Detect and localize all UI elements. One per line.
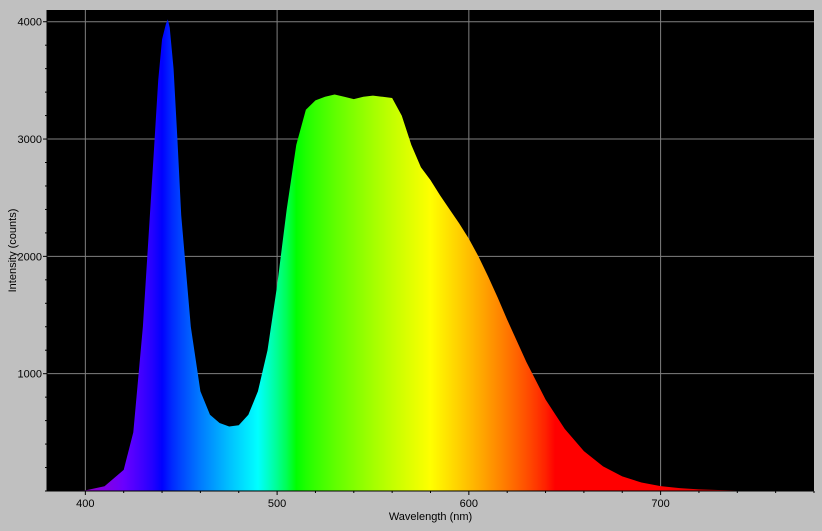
y-tick-label: 3000 [18, 134, 42, 146]
x-tick-label: 400 [76, 498, 94, 510]
spectrum-chart: 400 500 600 700 1000 2000 3000 4000 Wavelength … [0, 0, 822, 526]
x-tick-label: 500 [268, 498, 286, 510]
chart-svg: 400 500 600 700 1000 2000 3000 4000 Wavelength … [7, 10, 815, 523]
x-tick-label: 700 [651, 498, 669, 510]
y-tick-label: 4000 [18, 17, 42, 29]
y-tick-label: 1000 [18, 369, 42, 381]
x-axis-label: Wavelength (nm) [389, 511, 472, 523]
y-tick-label: 2000 [18, 251, 42, 263]
y-axis-label: Intensity (counts) [7, 209, 19, 293]
x-tick-label: 600 [460, 498, 478, 510]
